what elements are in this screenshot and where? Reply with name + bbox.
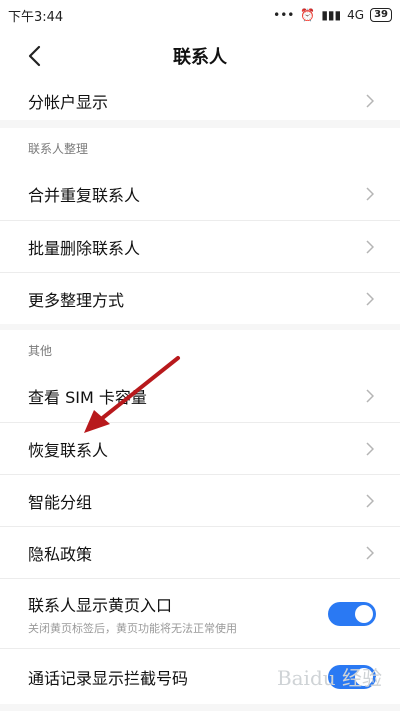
network-type: 4G bbox=[347, 8, 365, 22]
watermark: Baidu 经验 bbox=[276, 666, 382, 690]
row-label: 更多整理方式 bbox=[28, 290, 125, 310]
merge-duplicates-row[interactable]: 合并重复联系人 bbox=[0, 168, 400, 220]
chevron-right-icon bbox=[364, 441, 376, 456]
back-button[interactable] bbox=[20, 42, 48, 70]
row-label: 批量删除联系人 bbox=[28, 238, 141, 258]
row-label: 恢复联系人 bbox=[28, 440, 109, 460]
more-dots-icon: ••• bbox=[273, 8, 295, 22]
row-label: 隐私政策 bbox=[28, 544, 93, 564]
restore-contacts-row[interactable]: 恢复联系人 bbox=[0, 422, 400, 474]
chevron-right-icon bbox=[364, 94, 376, 108]
chevron-right-icon bbox=[364, 239, 376, 254]
yellow-pages-toggle[interactable] bbox=[328, 601, 376, 626]
chevron-left-icon bbox=[28, 45, 41, 67]
top-bar: 联系人 bbox=[0, 30, 400, 82]
section-title: 联系人整理 bbox=[28, 141, 89, 156]
page-title: 联系人 bbox=[173, 47, 227, 68]
battery-icon: 39 bbox=[370, 8, 392, 22]
row-label: 分帐户显示 bbox=[28, 93, 109, 112]
chevron-right-icon bbox=[364, 493, 376, 508]
status-time: 下午3:44 bbox=[8, 9, 64, 25]
batch-delete-row[interactable]: 批量删除联系人 bbox=[0, 220, 400, 272]
smart-group-row[interactable]: 智能分组 bbox=[0, 474, 400, 526]
row-label: 查看 SIM 卡容量 bbox=[28, 388, 147, 407]
row-label: 智能分组 bbox=[28, 492, 93, 512]
row-label: 合并重复联系人 bbox=[28, 186, 141, 205]
other-section: 其他 查看 SIM 卡容量 恢复联系人 智能分组 隐私政策 联系人显示黄页入口 … bbox=[0, 330, 400, 704]
top-card: 分帐户显示 bbox=[0, 82, 400, 120]
split-account-display-row[interactable]: 分帐户显示 bbox=[0, 82, 400, 120]
section-title: 其他 bbox=[28, 343, 53, 358]
privacy-policy-row[interactable]: 隐私政策 bbox=[0, 526, 400, 578]
alarm-icon: ⏰ bbox=[300, 8, 316, 22]
yellow-pages-toggle-row: 联系人显示黄页入口 关闭黄页标签后，黄页功能将无法正常使用 bbox=[0, 578, 400, 648]
status-icons: ••• ⏰ ▮▮▮ 4G 39 bbox=[273, 8, 392, 22]
chevron-right-icon bbox=[364, 545, 376, 560]
row-label: 联系人显示黄页入口 bbox=[28, 595, 173, 615]
row-text: 联系人显示黄页入口 关闭黄页标签后，黄页功能将无法正常使用 bbox=[28, 592, 237, 636]
row-label: 通话记录显示拦截号码 bbox=[28, 668, 189, 688]
row-sublabel: 关闭黄页标签后，黄页功能将无法正常使用 bbox=[28, 621, 237, 635]
signal-icon: ▮▮▮ bbox=[321, 8, 342, 22]
status-bar: 下午3:44 ••• ⏰ ▮▮▮ 4G 39 bbox=[0, 0, 400, 30]
chevron-right-icon bbox=[364, 187, 376, 201]
organize-section: 联系人整理 合并重复联系人 批量删除联系人 更多整理方式 bbox=[0, 128, 400, 324]
chevron-right-icon bbox=[364, 291, 376, 306]
more-organize-row[interactable]: 更多整理方式 bbox=[0, 272, 400, 324]
chevron-right-icon bbox=[364, 389, 376, 403]
sim-capacity-row[interactable]: 查看 SIM 卡容量 bbox=[0, 370, 400, 422]
